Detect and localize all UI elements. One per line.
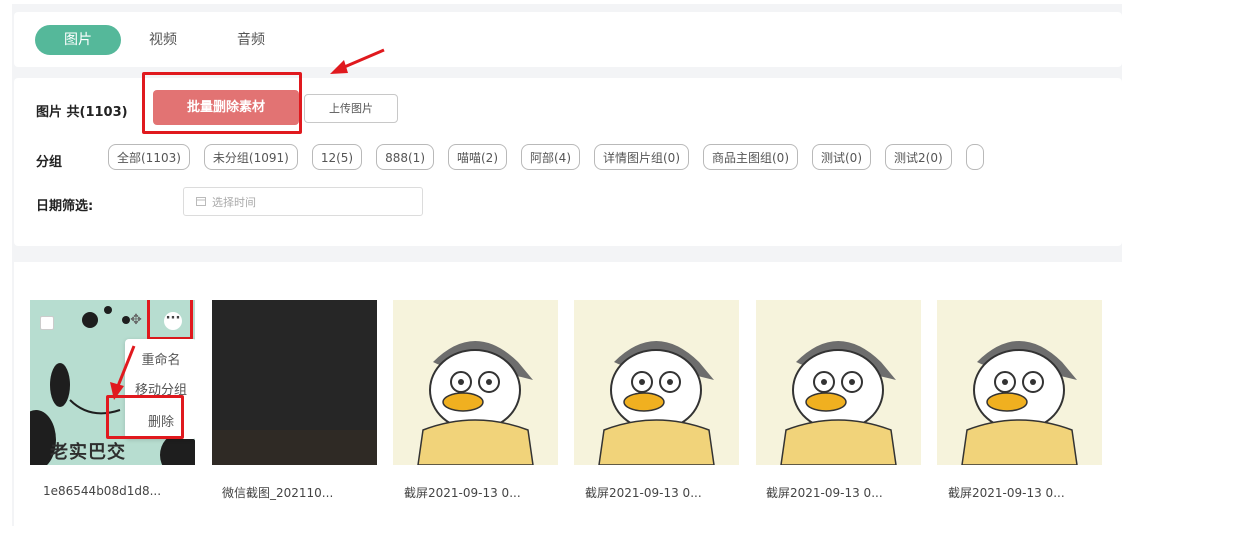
group-chip-ungrouped[interactable]: 未分组(1091) xyxy=(203,144,298,170)
group-label: 分组 xyxy=(36,155,63,170)
annotation-arrow-icon xyxy=(110,345,136,400)
group-chip-all[interactable]: 全部(1103) xyxy=(108,144,190,170)
duck-cartoon-image xyxy=(961,341,1078,465)
gallery-item[interactable] xyxy=(212,300,377,465)
media-type-tabs: 图片 视频 音频 xyxy=(14,12,1122,67)
group-chip-main[interactable]: 商品主图组(0) xyxy=(703,144,798,170)
top-margin xyxy=(0,0,1254,4)
group-chip-abu[interactable]: 阿部(4) xyxy=(521,144,580,170)
group-chip-12[interactable]: 12(5) xyxy=(311,144,363,170)
date-picker[interactable] xyxy=(183,187,423,216)
gallery-item[interactable]: ✥ ··· 重命名 移动分组 删除 老实巴交 xyxy=(30,300,195,465)
gallery-item[interactable] xyxy=(937,300,1102,465)
gallery-caption: 截屏2021-09-13 0... xyxy=(585,486,702,500)
highlight-box-batch-delete xyxy=(142,72,302,134)
bottom-margin xyxy=(0,526,1254,534)
group-chip-detail[interactable]: 详情图片组(0) xyxy=(594,144,689,170)
calendar-icon xyxy=(196,197,206,206)
gallery-caption: 微信截图_202110... xyxy=(222,486,334,500)
upload-image-button[interactable]: 上传图片 xyxy=(304,94,398,123)
move-icon[interactable]: ✥ xyxy=(128,312,144,328)
duck-cartoon-image xyxy=(780,341,897,465)
image-gallery: ✥ ··· 重命名 移动分组 删除 老实巴交 1e86544b08d1d8...… xyxy=(14,262,1122,526)
gallery-caption: 截屏2021-09-13 0... xyxy=(948,486,1065,500)
group-chip-888[interactable]: 888(1) xyxy=(376,144,434,170)
gallery-caption: 截屏2021-09-13 0... xyxy=(404,486,521,500)
gallery-item[interactable] xyxy=(393,300,558,465)
date-filter-label: 日期筛选: xyxy=(36,199,94,214)
tab-audio[interactable]: 音频 xyxy=(226,25,276,55)
panda-meme-text: 老实巴交 xyxy=(50,442,126,463)
dark-photo-image xyxy=(212,300,377,465)
group-chip-more[interactable] xyxy=(965,144,984,170)
image-count-label: 图片 共(1103) xyxy=(36,105,128,120)
group-chip-test2[interactable]: 测试2(0) xyxy=(885,144,952,170)
tab-videos[interactable]: 视频 xyxy=(138,25,188,55)
group-chip-list: 全部(1103) 未分组(1091) 12(5) 888(1) 喵喵(2) 阿部(4) 详情… xyxy=(108,144,1122,174)
left-margin xyxy=(0,0,12,534)
duck-cartoon-image xyxy=(598,341,715,465)
group-chip-test[interactable]: 测试(0) xyxy=(812,144,871,170)
group-chip-miaomiao[interactable]: 喵喵(2) xyxy=(448,144,507,170)
highlight-box-more xyxy=(147,300,193,340)
duck-cartoon-image xyxy=(417,341,534,465)
gallery-caption: 1e86544b08d1d8... xyxy=(43,484,162,498)
gallery-item[interactable] xyxy=(574,300,739,465)
right-margin xyxy=(1122,0,1254,534)
annotation-arrow-icon xyxy=(330,48,385,74)
filter-panel: 图片 共(1103) 批量删除素材 上传图片 分组 全部(1103) 未分组(10… xyxy=(14,72,1122,246)
date-input[interactable] xyxy=(210,192,414,213)
select-checkbox[interactable] xyxy=(40,316,54,330)
tab-images[interactable]: 图片 xyxy=(35,25,121,55)
gallery-item[interactable] xyxy=(756,300,921,465)
gallery-caption: 截屏2021-09-13 0... xyxy=(766,486,883,500)
